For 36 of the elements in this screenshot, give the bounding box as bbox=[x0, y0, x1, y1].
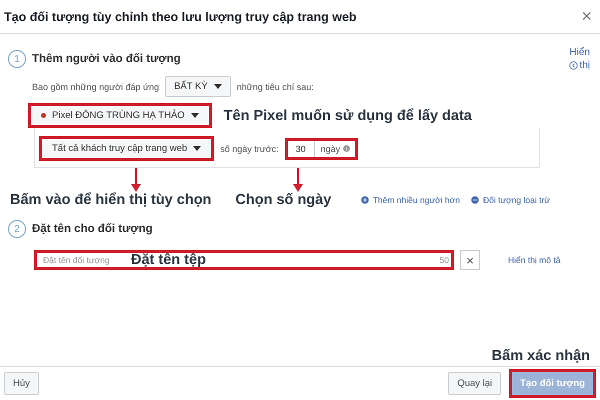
match-dropdown[interactable]: BẤT KỲ bbox=[165, 76, 231, 97]
days-label: số ngày trước: bbox=[220, 144, 279, 154]
info-icon bbox=[342, 144, 352, 153]
days-input[interactable]: 30 bbox=[288, 140, 315, 156]
action-link[interactable]: Đối tượng loại trừ bbox=[470, 195, 550, 205]
annotation-text: Bấm xác nhận bbox=[492, 348, 590, 364]
annotation-text: Bấm vào để hiển thị tùy chọn bbox=[10, 192, 212, 208]
close-button[interactable]: × bbox=[581, 6, 592, 27]
caret-icon bbox=[190, 113, 199, 118]
caret-icon bbox=[214, 84, 222, 89]
caret-icon bbox=[193, 146, 202, 151]
clear-button[interactable]: × bbox=[460, 250, 480, 270]
arrow-drawing bbox=[293, 168, 303, 192]
arrow-drawing bbox=[131, 168, 141, 192]
pixel-dropdown[interactable]: Pixel ĐÔNG TRÙNG HẠ THẢO bbox=[31, 106, 209, 125]
visitors-dropdown[interactable]: Tất cả khách truy cập trang web bbox=[42, 139, 212, 158]
action-link[interactable]: Thêm nhiều người hơn bbox=[360, 195, 460, 205]
annotation-text: Tên Pixel muốn sử dụng để lấy data bbox=[224, 108, 472, 124]
section-title: Đặt tên cho đối tượng bbox=[32, 223, 153, 235]
description-link[interactable]: Hiển thị mô tả bbox=[508, 255, 560, 265]
minus-icon bbox=[470, 195, 480, 205]
section-title: Thêm người vào đối tượng bbox=[32, 53, 181, 65]
criteria-label: Bao gồm những người đáp ứng bbox=[32, 82, 160, 92]
back-button[interactable]: Quay lại bbox=[448, 372, 502, 395]
plus-icon bbox=[360, 195, 370, 205]
cancel-button[interactable]: Hủy bbox=[4, 372, 39, 395]
char-counter: 50 bbox=[440, 255, 449, 265]
criteria-label: những tiêu chí sau: bbox=[236, 82, 314, 92]
step-number: 1 bbox=[8, 50, 26, 68]
annotation-text: Chọn số ngày bbox=[235, 192, 332, 208]
step-number: 2 bbox=[8, 220, 26, 238]
unit-label: ngày bbox=[320, 144, 340, 154]
show-toggle[interactable]: Hiển thị bbox=[569, 46, 590, 72]
chevron-icon bbox=[569, 61, 578, 70]
annotation-text: Đặt tên tệp bbox=[131, 252, 206, 268]
dialog-title: Tạo đối tượng tùy chỉnh theo lưu lượng truy cập trang web bbox=[4, 10, 357, 24]
